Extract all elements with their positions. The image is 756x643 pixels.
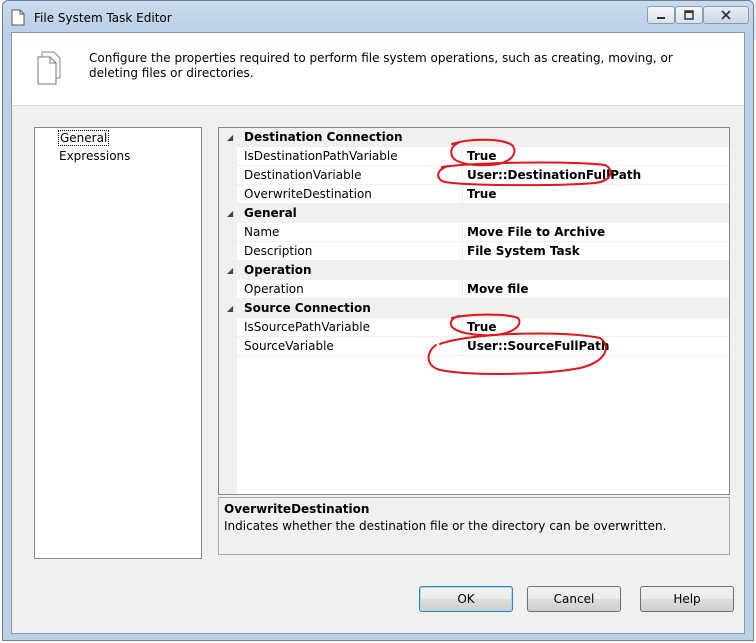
column-splitter bbox=[462, 337, 463, 356]
description-text: Indicates whether the destination file o… bbox=[224, 519, 667, 533]
column-splitter bbox=[462, 280, 463, 299]
category-label: Operation bbox=[244, 263, 312, 277]
collapse-icon[interactable]: ◢ bbox=[227, 204, 233, 223]
category-operation[interactable]: ◢ Operation bbox=[219, 261, 729, 280]
property-name: IsDestinationPathVariable bbox=[244, 149, 398, 163]
row-margin bbox=[219, 223, 237, 242]
cancel-button[interactable]: Cancel bbox=[527, 586, 621, 612]
row-margin bbox=[219, 147, 237, 166]
property-row[interactable]: IsSourcePathVariable True bbox=[219, 318, 729, 337]
column-splitter bbox=[462, 147, 463, 166]
property-name: SourceVariable bbox=[244, 339, 334, 353]
maximize-icon bbox=[684, 10, 694, 20]
title-bar[interactable]: File System Task Editor bbox=[3, 1, 753, 35]
row-margin bbox=[219, 318, 237, 337]
column-splitter bbox=[462, 242, 463, 261]
category-general[interactable]: ◢ General bbox=[219, 204, 729, 223]
row-margin bbox=[219, 337, 237, 356]
row-margin bbox=[219, 185, 237, 204]
property-name: Description bbox=[244, 244, 313, 258]
column-splitter bbox=[462, 185, 463, 204]
ok-button[interactable]: OK bbox=[419, 586, 513, 612]
property-row[interactable]: Operation Move file bbox=[219, 280, 729, 299]
row-margin bbox=[219, 280, 237, 299]
category-label: Source Connection bbox=[244, 301, 371, 315]
property-row[interactable]: DestinationVariable User::DestinationFul… bbox=[219, 166, 729, 185]
minimize-icon bbox=[657, 17, 665, 19]
column-splitter bbox=[462, 223, 463, 242]
maximize-button[interactable] bbox=[675, 6, 703, 24]
property-value[interactable]: Move file bbox=[467, 280, 528, 299]
property-name: OverwriteDestination bbox=[244, 187, 372, 201]
category-label: Destination Connection bbox=[244, 130, 403, 144]
description-panel: OverwriteDestination Indicates whether t… bbox=[218, 497, 730, 555]
property-value[interactable]: True bbox=[467, 318, 496, 337]
collapse-icon[interactable]: ◢ bbox=[227, 261, 233, 280]
nav-item-general[interactable]: General bbox=[57, 130, 110, 146]
property-name: Name bbox=[244, 225, 280, 239]
close-icon bbox=[721, 10, 731, 20]
row-margin bbox=[219, 166, 237, 185]
column-splitter bbox=[462, 166, 463, 185]
minimize-button[interactable] bbox=[647, 6, 675, 24]
document-icon bbox=[11, 9, 25, 26]
column-splitter bbox=[462, 318, 463, 337]
help-button[interactable]: Help bbox=[640, 586, 734, 612]
property-value[interactable]: User::DestinationFullPath bbox=[467, 166, 641, 185]
property-name: Operation bbox=[244, 282, 304, 296]
nav-item-expressions[interactable]: Expressions bbox=[59, 149, 130, 163]
description-title: OverwriteDestination bbox=[224, 502, 370, 516]
category-destination-connection[interactable]: ◢ Destination Connection bbox=[219, 128, 729, 147]
collapse-icon[interactable]: ◢ bbox=[227, 128, 233, 147]
category-label: General bbox=[244, 206, 297, 220]
property-value[interactable]: Move File to Archive bbox=[467, 223, 605, 242]
file-system-icon bbox=[37, 51, 61, 85]
property-grid[interactable]: ◢ Destination Connection IsDestinationPa… bbox=[218, 127, 730, 495]
property-value[interactable]: User::SourceFullPath bbox=[467, 337, 609, 356]
property-row[interactable]: OverwriteDestination True bbox=[219, 185, 729, 204]
header-band: Configure the properties required to per… bbox=[12, 33, 744, 106]
property-row[interactable]: IsDestinationPathVariable True bbox=[219, 147, 729, 166]
property-name: DestinationVariable bbox=[244, 168, 362, 182]
window-title: File System Task Editor bbox=[34, 11, 172, 25]
header-description: Configure the properties required to per… bbox=[89, 51, 673, 80]
row-margin bbox=[219, 242, 237, 261]
property-value[interactable]: File System Task bbox=[467, 242, 580, 261]
category-source-connection[interactable]: ◢ Source Connection bbox=[219, 299, 729, 318]
collapse-icon[interactable]: ◢ bbox=[227, 299, 233, 318]
property-row[interactable]: Description File System Task bbox=[219, 242, 729, 261]
property-row[interactable]: SourceVariable User::SourceFullPath bbox=[219, 337, 729, 356]
navigation-list[interactable]: General Expressions bbox=[34, 127, 202, 559]
dialog-client-area: Configure the properties required to per… bbox=[11, 32, 745, 634]
property-value[interactable]: True bbox=[467, 147, 496, 166]
property-row[interactable]: Name Move File to Archive bbox=[219, 223, 729, 242]
property-name: IsSourcePathVariable bbox=[244, 320, 370, 334]
close-button[interactable] bbox=[703, 6, 749, 24]
dialog-window: File System Task Editor Configure the pr… bbox=[2, 0, 754, 641]
grid-margin bbox=[219, 356, 237, 494]
property-value[interactable]: True bbox=[467, 185, 496, 204]
